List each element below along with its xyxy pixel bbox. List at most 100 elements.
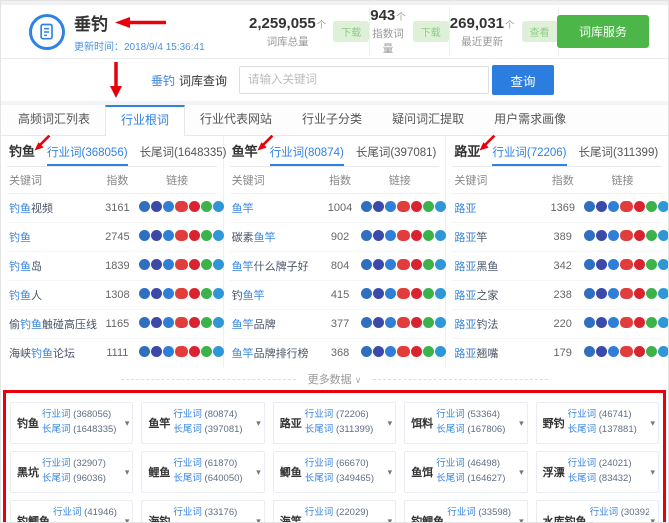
link-icon[interactable] [423,230,434,241]
link-icon[interactable] [201,317,212,328]
link-icon[interactable] [658,259,669,270]
card-industry-link[interactable]: 行业词 [173,458,202,469]
link-icon[interactable] [596,288,607,299]
keyword-link[interactable]: 海峡钓鱼论坛 [7,339,97,368]
link-icon[interactable] [584,288,595,299]
card-longtail-link[interactable]: 长尾词 [42,473,71,484]
link-icon[interactable] [435,317,446,328]
link-icon[interactable] [435,288,446,299]
link-icon[interactable] [646,288,657,299]
link-icon[interactable] [646,259,657,270]
link-icon[interactable] [139,346,150,357]
link-icon[interactable] [435,201,446,212]
keyword-link[interactable]: 路亚 [452,194,542,223]
stat-badge-button[interactable]: 下载 [413,21,449,42]
keyword-link[interactable]: 钓鱼视频 [7,194,97,223]
link-icon[interactable] [596,346,607,357]
dropdown-caret-icon[interactable]: ▾ [256,467,261,478]
link-icon[interactable] [620,201,633,212]
link-icon[interactable] [189,317,200,328]
link-icon[interactable] [151,201,162,212]
link-icon[interactable] [397,230,410,241]
link-icon[interactable] [175,317,188,328]
link-icon[interactable] [596,230,607,241]
link-icon[interactable] [620,317,633,328]
link-icon[interactable] [411,317,422,328]
card-industry-link[interactable]: 行业词 [305,458,334,469]
link-icon[interactable] [139,288,150,299]
link-icon[interactable] [608,259,619,270]
tab-item[interactable]: 用户需求画像 [479,105,581,135]
card-industry-link[interactable]: 行业词 [173,507,202,518]
link-icon[interactable] [584,317,595,328]
column-tab-industry[interactable]: 行业词(368056) [47,144,128,166]
link-icon[interactable] [620,346,633,357]
link-icon[interactable] [151,346,162,357]
link-icon[interactable] [361,288,372,299]
link-icon[interactable] [139,230,150,241]
link-icon[interactable] [397,259,410,270]
link-icon[interactable] [646,317,657,328]
column-tab-industry[interactable]: 行业词(80874) [270,144,344,166]
link-icon[interactable] [201,201,212,212]
card-industry-link[interactable]: 行业词 [305,409,334,420]
link-icon[interactable] [139,317,150,328]
link-icon[interactable] [201,230,212,241]
link-icon[interactable] [385,259,396,270]
dropdown-caret-icon[interactable]: ▾ [650,467,655,478]
link-icon[interactable] [373,346,384,357]
link-icon[interactable] [373,288,384,299]
link-icon[interactable] [596,201,607,212]
link-icon[interactable] [151,259,162,270]
dropdown-caret-icon[interactable]: ▾ [125,516,130,523]
link-icon[interactable] [163,230,174,241]
link-icon[interactable] [646,201,657,212]
keyword-link[interactable]: 路亚黑鱼 [452,252,542,281]
link-icon[interactable] [175,230,188,241]
card-longtail-link[interactable]: 长尾词 [568,473,597,484]
dropdown-caret-icon[interactable]: ▾ [256,516,261,523]
link-icon[interactable] [608,288,619,299]
keyword-link[interactable]: 路亚钓法 [452,310,542,339]
link-icon[interactable] [634,201,645,212]
keyword-link[interactable]: 鱼竿什么牌子好 [230,252,320,281]
link-icon[interactable] [373,201,384,212]
link-icon[interactable] [658,230,669,241]
link-icon[interactable] [361,259,372,270]
link-icon[interactable] [139,259,150,270]
link-icon[interactable] [213,317,224,328]
keyword-link[interactable]: 鱼竿品牌排行榜 [230,339,320,368]
link-icon[interactable] [608,201,619,212]
dropdown-caret-icon[interactable]: ▾ [650,418,655,429]
card-industry-link[interactable]: 行业词 [590,507,619,518]
keyword-link[interactable]: 偷钓鱼触碰高压线 [7,310,97,339]
card-industry-link[interactable]: 行业词 [53,507,82,518]
dropdown-caret-icon[interactable]: ▾ [125,467,130,478]
link-icon[interactable] [620,259,633,270]
keyword-link[interactable]: 路亚翘嘴 [452,339,542,368]
keyword-link[interactable]: 路亚竿 [452,223,542,252]
card-industry-link[interactable]: 行业词 [305,507,334,518]
card-longtail-link[interactable]: 长尾词 [436,424,465,435]
link-icon[interactable] [411,346,422,357]
link-icon[interactable] [373,230,384,241]
link-icon[interactable] [361,230,372,241]
card-industry-link[interactable]: 行业词 [447,507,476,518]
link-icon[interactable] [385,346,396,357]
link-icon[interactable] [201,346,212,357]
keyword-link[interactable]: 钓鱼 [7,223,97,252]
link-icon[interactable] [397,201,410,212]
link-icon[interactable] [634,346,645,357]
link-icon[interactable] [584,259,595,270]
link-icon[interactable] [646,346,657,357]
link-icon[interactable] [213,346,224,357]
link-icon[interactable] [213,230,224,241]
link-icon[interactable] [423,201,434,212]
link-icon[interactable] [175,288,188,299]
tab-item[interactable]: 行业根词 [105,105,185,136]
keyword-link[interactable]: 钓鱼岛 [7,252,97,281]
link-icon[interactable] [201,259,212,270]
dropdown-caret-icon[interactable]: ▾ [519,418,524,429]
link-icon[interactable] [423,317,434,328]
search-input[interactable] [239,66,489,94]
